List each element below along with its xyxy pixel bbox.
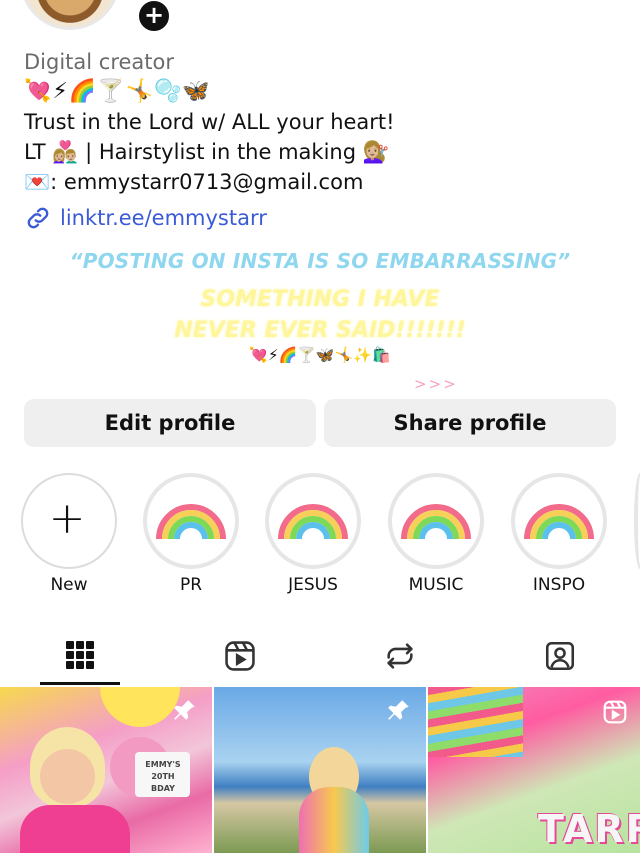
tab-reels[interactable]	[200, 627, 280, 685]
highlight-new-ring: +	[21, 473, 117, 569]
rainbow-icon	[524, 504, 594, 540]
tab-reposts[interactable]	[360, 627, 440, 685]
posts-grid: EMMY'S 20TH BDAY TARR	[0, 687, 640, 853]
highlight-pr[interactable]: PR	[143, 473, 239, 595]
rainbow-pillow	[428, 687, 523, 757]
edit-profile-button[interactable]: Edit profile	[24, 399, 316, 447]
plus-icon: +	[48, 493, 86, 544]
tab-tagged[interactable]	[520, 627, 600, 685]
highlight-label: JESUS	[288, 575, 338, 595]
reels-icon	[225, 641, 255, 671]
profile-category: Digital creator	[24, 50, 175, 74]
highlight-label: New	[50, 575, 88, 595]
profile-link[interactable]: linktr.ee/emmystarr	[24, 204, 267, 232]
highlight-label: MUSIC	[408, 575, 464, 595]
banner-yellow-line-1: SOMETHING I HAVE	[200, 287, 440, 312]
bio-line-1: Trust in the Lord w/ ALL your heart!	[24, 110, 395, 134]
bio: Digital creator 💘⚡🌈🍸🤸🫧🦋 Trust in the Lor…	[24, 47, 624, 197]
highlight-ring	[511, 473, 607, 569]
link-icon	[27, 207, 49, 229]
bio-line-3: 💌: emmystarr0713@gmail.com	[24, 170, 364, 194]
share-profile-button[interactable]: Share profile	[324, 399, 616, 447]
post-tile[interactable]: TARR	[428, 687, 640, 853]
grid-icon	[66, 640, 94, 669]
person-face	[40, 749, 95, 804]
pin-icon	[174, 700, 195, 720]
person-dress	[299, 787, 369, 853]
banner-emoji-strip: 💘⚡🌈🍸🦋🤸✨🛍️	[249, 346, 391, 364]
tagged-icon	[545, 641, 575, 671]
highlight-inspo[interactable]: INSPO	[511, 473, 607, 595]
avatar[interactable]	[20, 0, 120, 30]
banner-quote: “POSTING ON INSTA IS SO EMBARRASSING”	[69, 249, 571, 273]
post-overlay-text: TARR	[538, 807, 640, 851]
rainbow-icon	[156, 504, 226, 540]
post-overlay-text: EMMY'S 20TH BDAY	[145, 760, 181, 793]
person-top	[20, 805, 130, 853]
highlight-jesus[interactable]: JESUS	[265, 473, 361, 595]
profile-avatar-area: +	[20, 0, 172, 35]
post-tile[interactable]	[214, 687, 426, 853]
highlight-new[interactable]: + New	[21, 473, 117, 595]
reposts-icon	[387, 643, 413, 669]
highlight-label: INSPO	[532, 575, 586, 595]
highlight-ring	[143, 473, 239, 569]
bio-emoji-row: 💘⚡🌈🍸🤸🫧🦋	[24, 79, 211, 104]
add-story-button[interactable]: +	[136, 0, 172, 34]
bio-line-2: LT 👩🏼‍❤️‍👨🏼 | Hairstylist in the making …	[24, 140, 389, 164]
rainbow-icon	[278, 504, 348, 540]
highlight-partial[interactable]	[634, 473, 640, 569]
decor-fan	[100, 687, 180, 727]
pin-icon	[388, 700, 409, 720]
banner-arrows: >>>	[414, 375, 458, 393]
story-highlights: + New PR JESUS MUSIC INSPO	[0, 473, 640, 603]
rainbow-icon	[401, 504, 471, 540]
reels-icon	[603, 700, 627, 724]
highlight-ring	[265, 473, 361, 569]
banner-yellow-line-2: NEVER EVER SAID!!!!!!!	[174, 318, 466, 343]
post-tile[interactable]: EMMY'S 20TH BDAY	[0, 687, 212, 853]
highlight-label: PR	[179, 575, 203, 595]
highlight-ring	[388, 473, 484, 569]
highlight-music[interactable]: MUSIC	[388, 473, 484, 595]
profile-link-text[interactable]: linktr.ee/emmystarr	[60, 206, 267, 230]
profile-tabs	[0, 627, 640, 687]
tab-posts[interactable]	[40, 627, 120, 685]
